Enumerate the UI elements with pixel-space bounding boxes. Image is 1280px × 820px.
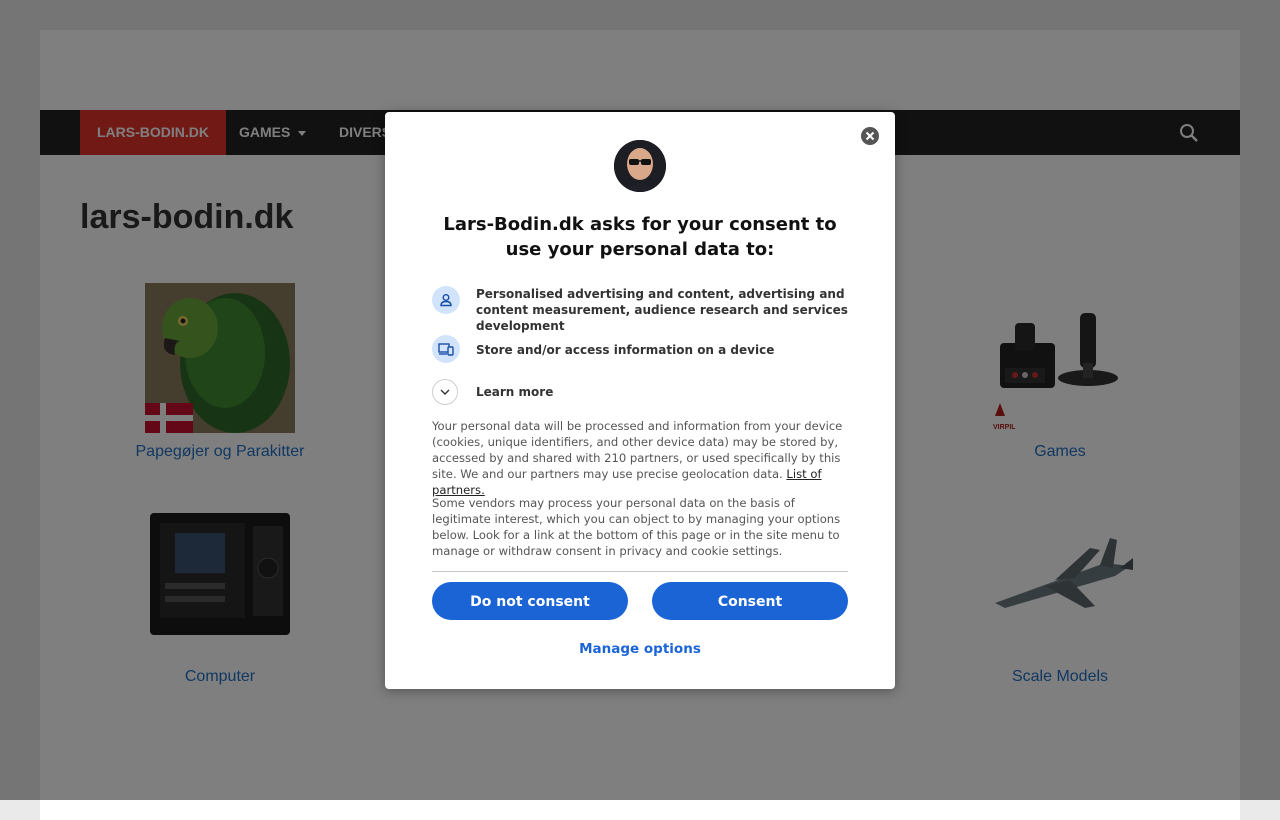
consent-info-paragraph: Your personal data will be processed and… xyxy=(432,418,850,498)
purpose-text: Store and/or access information on a dev… xyxy=(476,343,775,357)
devices-icon xyxy=(432,335,460,363)
person-icon xyxy=(432,286,460,314)
close-icon[interactable] xyxy=(861,127,879,145)
learn-more-label: Learn more xyxy=(476,385,554,399)
legitimate-interest-paragraph: Some vendors may process your personal d… xyxy=(432,496,841,558)
consent-button[interactable]: Consent xyxy=(652,582,848,620)
divider xyxy=(432,571,848,572)
chevron-down-icon[interactable] xyxy=(432,379,458,405)
paragraph-text: Your personal data will be processed and… xyxy=(432,419,843,481)
purpose-text: Personalised advertising and content, ad… xyxy=(476,287,848,333)
manage-options-link[interactable]: Manage options xyxy=(540,641,740,657)
consent-dialog: Lars-Bodin.dk asks for your consent to u… xyxy=(385,112,895,689)
avatar xyxy=(614,140,666,192)
consent-title: Lars-Bodin.dk asks for your consent to u… xyxy=(443,214,837,260)
do-not-consent-button[interactable]: Do not consent xyxy=(432,582,628,620)
